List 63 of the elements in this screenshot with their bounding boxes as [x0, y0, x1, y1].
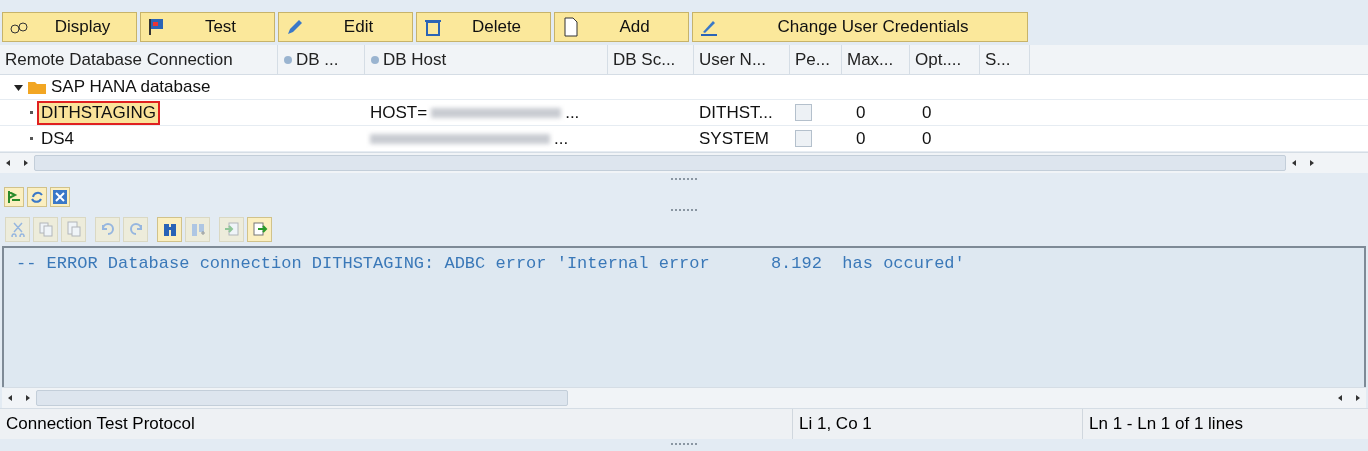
panel-button[interactable]	[50, 186, 70, 207]
column-icon	[370, 54, 380, 65]
column-header[interactable]: S...	[980, 45, 1030, 74]
pencil-icon	[285, 17, 305, 37]
scissors-icon	[9, 221, 26, 238]
table-cell: ...	[554, 128, 569, 149]
column-header[interactable]: User N...	[694, 45, 790, 74]
toolbar-button[interactable]: Add	[554, 12, 689, 42]
line-count: Ln 1 - Ln 1 of 1 lines	[1082, 409, 1362, 440]
editor-area[interactable]: -- ERROR Database connection DITHSTAGING: ADBC error 'Internal error 8.192 has occured'	[2, 245, 1366, 388]
editor-tool-button[interactable]	[157, 216, 182, 242]
toolbar-button[interactable]: Test	[140, 12, 275, 42]
scroll-arrows-icon[interactable]	[8, 394, 30, 403]
table-cell: ...	[565, 102, 580, 123]
connection-name[interactable]: DITHSTAGING	[37, 100, 160, 125]
connection-name[interactable]: DS4	[37, 126, 79, 151]
table-cell: 0	[922, 102, 932, 123]
redo-icon	[127, 221, 144, 238]
panel-button[interactable]	[4, 186, 24, 207]
column-header[interactable]: DB Host	[365, 45, 608, 74]
toolbar-button[interactable]: Edit	[278, 12, 413, 42]
log-message: -- ERROR Database connection DITHSTAGING: ADBC error 'Internal error 8.192 has occured'	[16, 253, 966, 273]
panel-button[interactable]	[27, 186, 47, 207]
table-cell: DITHST...	[699, 102, 773, 123]
scroll-arrows-icon[interactable]	[1338, 394, 1360, 403]
trash-icon	[423, 17, 443, 37]
editor-tool-button[interactable]	[247, 216, 272, 242]
tree-node-label[interactable]: SAP HANA database	[51, 77, 211, 97]
table-cell: SYSTEM	[699, 128, 769, 149]
checkbox[interactable]	[795, 130, 812, 147]
table-cell: 0	[922, 128, 932, 149]
flag-icon	[6, 188, 22, 205]
status-text: Connection Test Protocol	[5, 413, 196, 436]
column-header[interactable]: Pe...	[790, 45, 842, 74]
scroll-arrows-icon[interactable]	[6, 158, 28, 167]
expand-arrow-icon[interactable]	[14, 82, 23, 92]
close-icon	[52, 188, 68, 205]
scroll-arrows-icon[interactable]	[1292, 158, 1314, 167]
paste-icon	[65, 221, 82, 238]
table-cell: HOST=	[370, 102, 428, 123]
column-header[interactable]: DB ...	[278, 45, 365, 74]
horizontal-scrollbar[interactable]	[0, 152, 1368, 173]
column-header[interactable]: DB Sc...	[608, 45, 694, 74]
bullet-icon	[30, 111, 33, 114]
bullet-icon	[30, 137, 33, 140]
document-icon	[561, 17, 581, 37]
column-header[interactable]: Max...	[842, 45, 910, 74]
toolbar-button[interactable]: Display	[2, 12, 137, 42]
table-cell: 0	[856, 128, 866, 149]
copy-icon	[37, 221, 54, 238]
document-arrow-icon	[223, 221, 240, 238]
cursor-position: Li 1, Co 1	[792, 409, 1082, 440]
horizontal-scrollbar[interactable]	[2, 387, 1366, 409]
document-arrow-icon	[251, 221, 268, 238]
undo-icon	[99, 221, 116, 238]
toolbar-button[interactable]: Change User Credentials	[692, 12, 1028, 42]
folder-icon	[27, 79, 47, 95]
column-header[interactable]: Remote Database Connection	[0, 45, 278, 74]
table-cell: 0	[856, 102, 866, 123]
toolbar-button[interactable]: Delete	[416, 12, 551, 42]
column-header[interactable]: Opt....	[910, 45, 980, 74]
column-icon	[283, 54, 293, 65]
checkbox[interactable]	[795, 104, 812, 121]
